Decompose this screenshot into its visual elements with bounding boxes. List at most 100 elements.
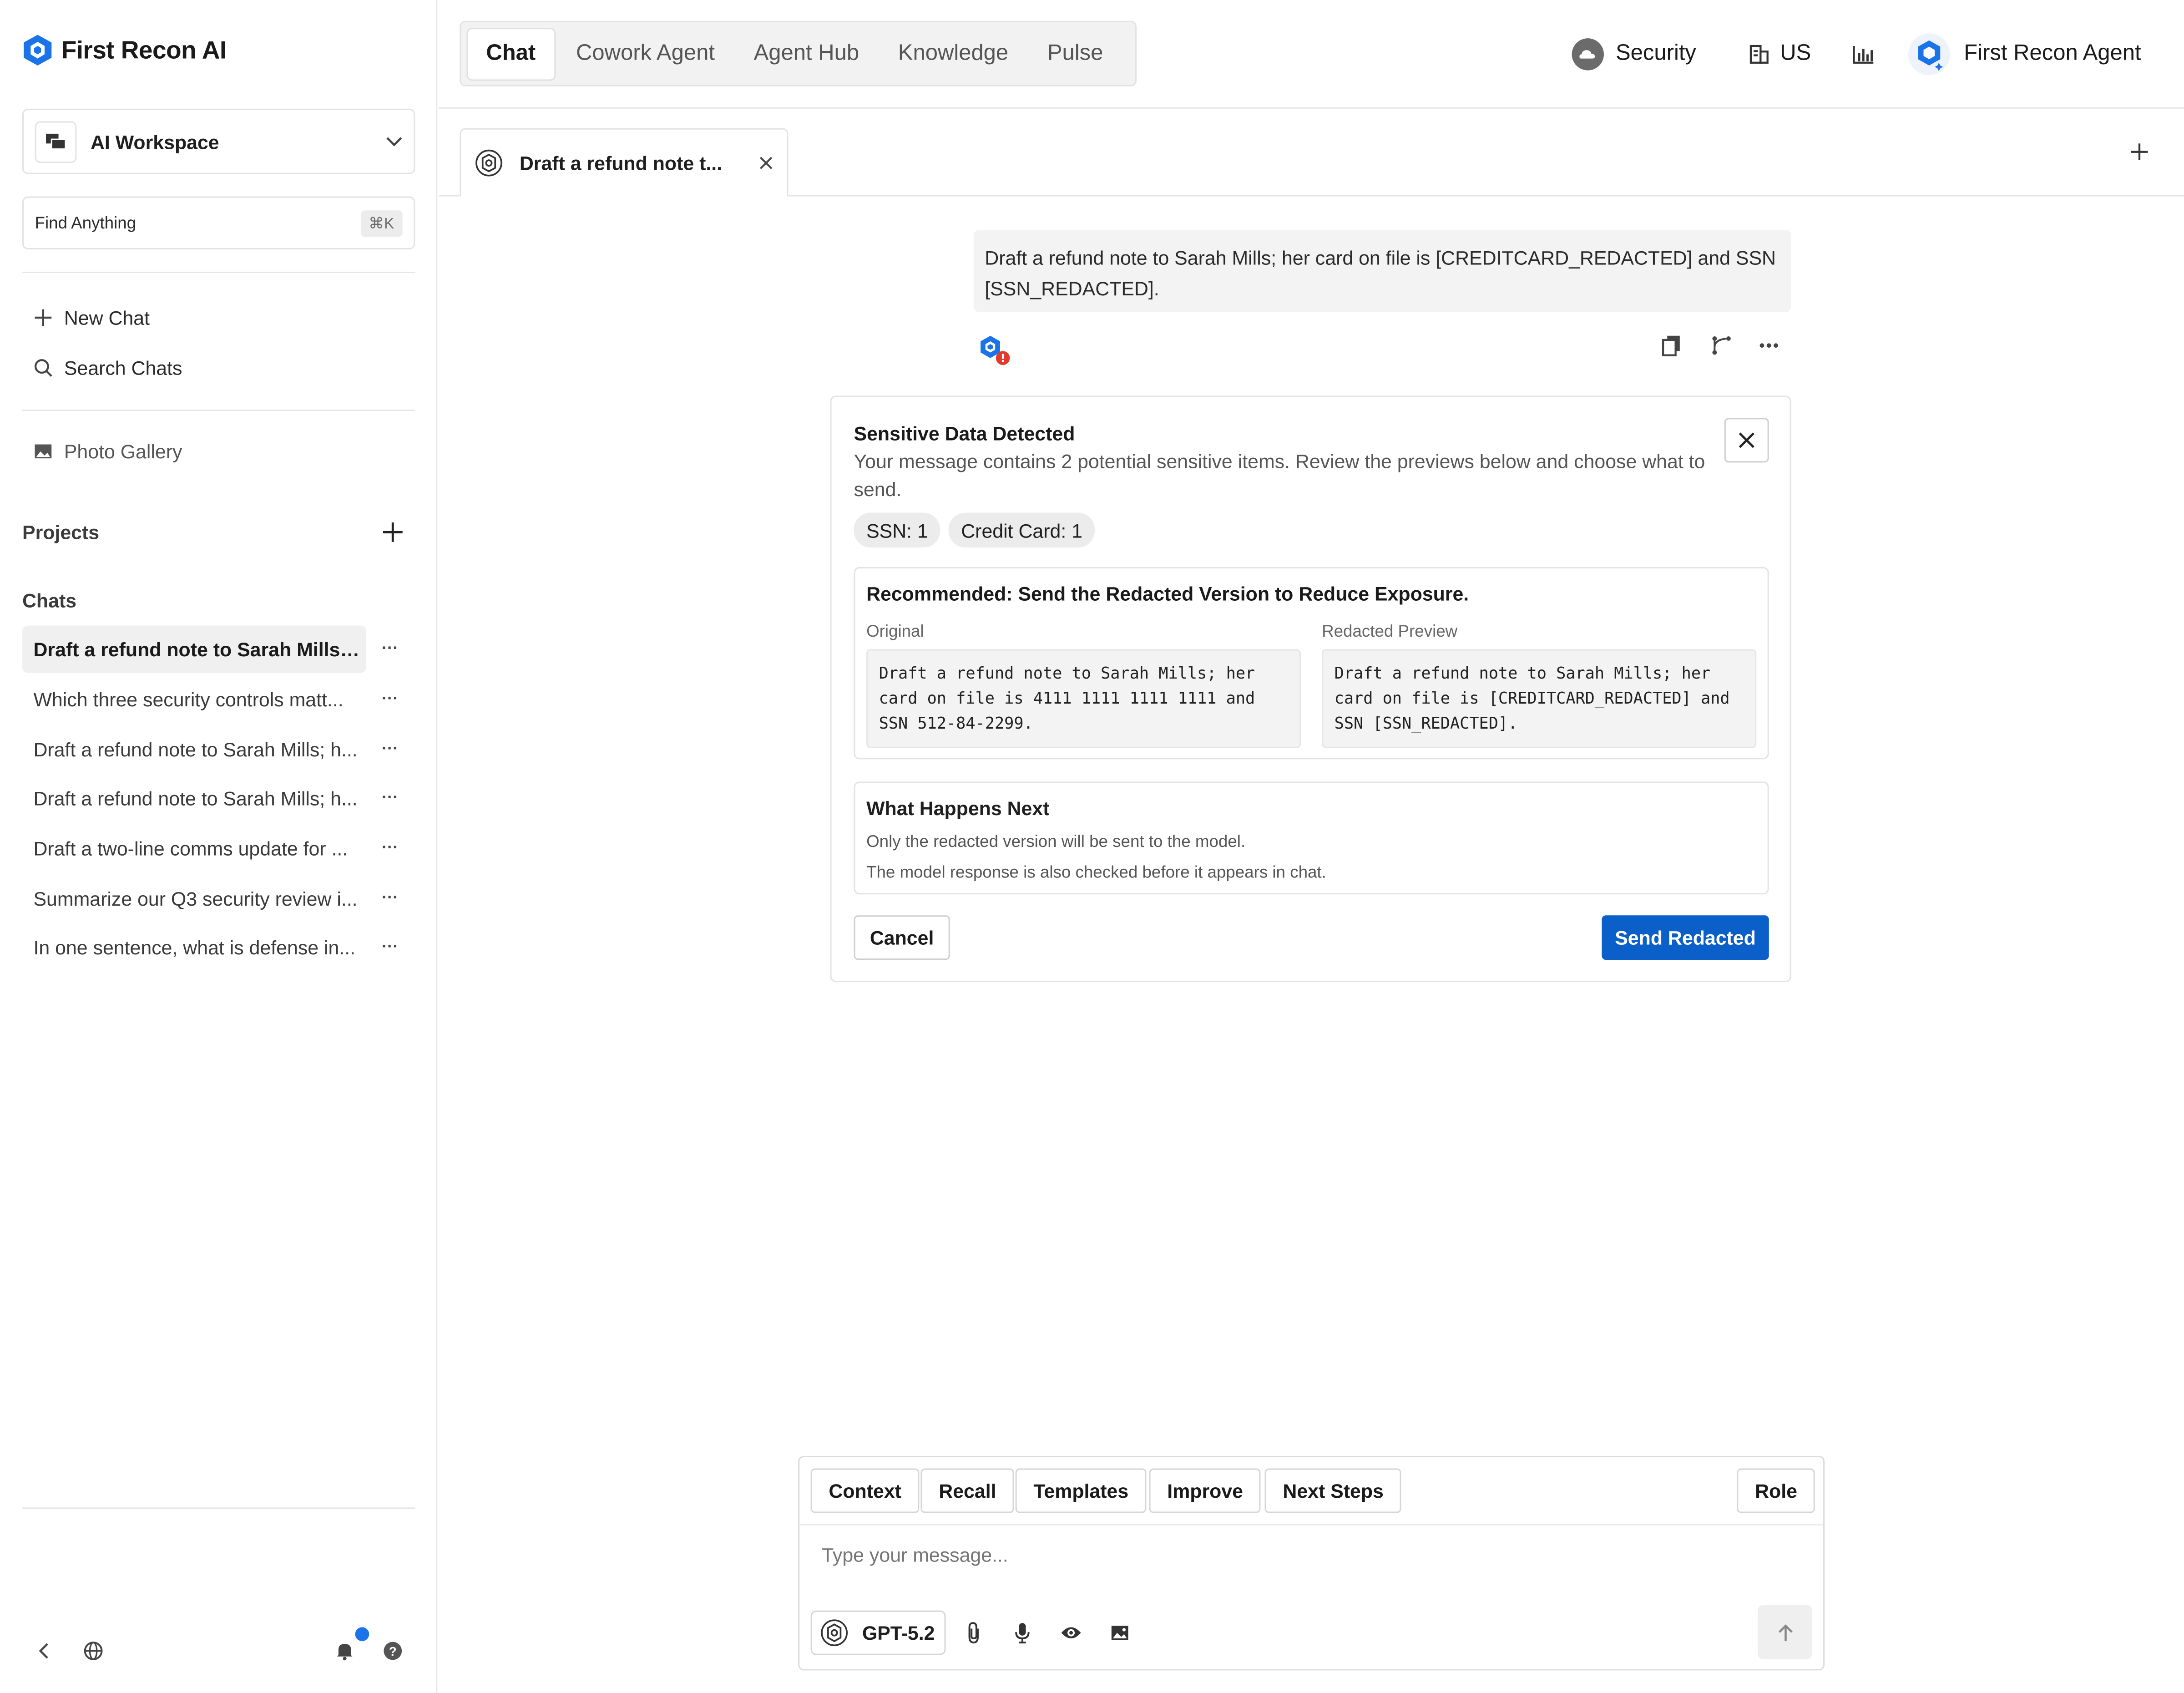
more-icon[interactable]: ···: [382, 688, 399, 708]
workspace-selector[interactable]: AI Workspace: [22, 108, 415, 174]
user-message: Draft a refund note to Sarah Mills; her …: [973, 230, 1791, 312]
message-composer: Context Recall Templates Improve Next St…: [798, 1455, 1825, 1671]
assistant-avatar-icon: [981, 335, 1010, 365]
chat-list-item[interactable]: Draft a refund note to Sarah Mills; h...: [22, 726, 366, 773]
close-dialog-button[interactable]: [1724, 418, 1769, 463]
openai-icon: [821, 1619, 848, 1647]
collapse-sidebar-icon[interactable]: [32, 1638, 57, 1663]
tab-knowledge[interactable]: Knowledge: [880, 27, 1026, 80]
chat-list-item[interactable]: Draft a refund note to Sarah Mills; h...: [22, 775, 366, 822]
app-root: First Recon AI AI Workspace Find Anythin…: [0, 0, 2184, 1693]
more-icon[interactable]: [1759, 343, 1779, 348]
next-line: Only the redacted version will be sent t…: [866, 831, 1246, 852]
building-icon: [1749, 45, 1769, 64]
workspace-icon: [35, 120, 77, 162]
tab-agent-hub[interactable]: Agent Hub: [736, 27, 877, 80]
recall-button[interactable]: Recall: [920, 1468, 1015, 1513]
templates-button[interactable]: Templates: [1015, 1468, 1147, 1513]
more-icon[interactable]: ···: [382, 936, 399, 956]
help-icon[interactable]: ?: [380, 1638, 405, 1663]
divider: [439, 107, 2184, 109]
next-line: The model response is also checked befor…: [866, 862, 1326, 882]
chat-list-item[interactable]: In one sentence, what is defense in...: [22, 924, 366, 971]
credit-card-count-badge: Credit Card: 1: [948, 512, 1095, 548]
context-button[interactable]: Context: [810, 1468, 920, 1513]
more-icon[interactable]: ···: [382, 738, 399, 758]
chat-tab[interactable]: Draft a refund note t...: [460, 128, 789, 197]
more-icon[interactable]: ···: [382, 638, 399, 658]
divider: [788, 195, 2184, 197]
photo-gallery-button[interactable]: Photo Gallery: [33, 440, 182, 462]
chat-title: Summarize our Q3 security review i...: [33, 887, 358, 910]
image-icon[interactable]: [1107, 1620, 1132, 1645]
new-tab-icon[interactable]: [2128, 141, 2151, 163]
security-label: Security: [1615, 41, 1696, 66]
analytics-icon[interactable]: [1852, 30, 1875, 78]
tab-pulse[interactable]: Pulse: [1029, 27, 1121, 80]
agent-button[interactable]: First Recon Agent: [1908, 30, 2141, 78]
more-icon[interactable]: ···: [382, 787, 399, 807]
role-button[interactable]: Role: [1737, 1468, 1815, 1513]
chat-list-item[interactable]: Draft a refund note to Sarah Mills; ...: [22, 625, 367, 673]
send-message-button[interactable]: [1758, 1605, 1812, 1659]
ssn-count-badge: SSN: 1: [854, 512, 941, 548]
chat-list-item[interactable]: Draft a two-line comms update for ...: [22, 825, 366, 872]
microphone-icon[interactable]: [1010, 1620, 1035, 1645]
cloud-icon: [1572, 38, 1604, 71]
dialog-title: Sensitive Data Detected: [854, 422, 1075, 445]
search-icon: [34, 359, 52, 377]
chat-list-item[interactable]: Which three security controls matt...: [22, 676, 366, 723]
chevron-down-icon: [386, 136, 402, 146]
region-button[interactable]: US: [1749, 30, 1811, 78]
divider: [22, 1507, 415, 1509]
branch-icon[interactable]: [1710, 335, 1733, 357]
model-label: GPT-5.2: [862, 1622, 935, 1644]
tab-chat[interactable]: Chat: [466, 27, 556, 81]
search-chats-button[interactable]: Search Chats: [33, 357, 182, 379]
eye-icon[interactable]: [1059, 1620, 1084, 1645]
chat-list-item[interactable]: Summarize our Q3 security review i...: [22, 875, 366, 922]
chats-title: Chats: [22, 589, 77, 612]
shortcut-badge: ⌘K: [360, 209, 403, 236]
next-steps-button[interactable]: Next Steps: [1264, 1468, 1402, 1513]
sensitive-data-dialog: Sensitive Data Detected Your message con…: [830, 395, 1791, 983]
arrow-up-icon: [1778, 1623, 1792, 1641]
model-selector[interactable]: GPT-5.2: [810, 1610, 946, 1655]
agent-label: First Recon Agent: [1964, 41, 2141, 66]
dialog-description: Your message contains 2 potential sensit…: [854, 450, 1705, 500]
recommendation-title: Recommended: Send the Redacted Version t…: [866, 582, 1469, 605]
more-icon[interactable]: ···: [382, 887, 399, 907]
chat-title: Draft a refund note to Sarah Mills; ...: [33, 638, 362, 661]
notification-badge: [355, 1627, 369, 1642]
tab-cowork-agent[interactable]: Cowork Agent: [558, 27, 733, 80]
improve-button[interactable]: Improve: [1149, 1468, 1261, 1513]
chat-title: Draft a refund note to Sarah Mills; h...: [33, 787, 358, 810]
add-project-icon[interactable]: [382, 521, 404, 543]
redacted-preview: Draft a refund note to Sarah Mills; her …: [1322, 649, 1757, 748]
globe-icon[interactable]: [81, 1638, 106, 1663]
message-input[interactable]: [822, 1543, 1769, 1566]
chat-title: Draft a refund note to Sarah Mills; h...: [33, 738, 358, 761]
plus-icon: [35, 309, 52, 326]
openai-icon: [475, 149, 502, 177]
send-redacted-button[interactable]: Send Redacted: [1602, 915, 1769, 960]
new-chat-button[interactable]: New Chat: [33, 306, 150, 329]
more-icon[interactable]: ···: [382, 837, 399, 857]
attach-icon[interactable]: [961, 1620, 986, 1645]
security-button[interactable]: Security: [1571, 30, 1696, 78]
svg-text:?: ?: [389, 1644, 397, 1658]
copy-icon[interactable]: [1662, 335, 1681, 357]
bell-icon[interactable]: [332, 1638, 357, 1663]
cancel-button[interactable]: Cancel: [854, 915, 950, 960]
divider: [439, 195, 460, 197]
next-title: What Happens Next: [866, 797, 1050, 819]
original-preview: Draft a refund note to Sarah Mills; her …: [866, 649, 1301, 748]
find-anything-label: Find Anything: [35, 213, 136, 233]
find-anything-input[interactable]: Find Anything ⌘K: [22, 196, 415, 249]
app-name: First Recon AI: [61, 35, 227, 64]
logo[interactable]: First Recon AI: [22, 33, 227, 66]
chat-title: Draft a two-line comms update for ...: [33, 837, 348, 860]
what-happens-next-panel: What Happens Next Only the redacted vers…: [854, 781, 1769, 895]
close-icon[interactable]: [759, 156, 773, 170]
new-chat-label: New Chat: [64, 306, 150, 329]
